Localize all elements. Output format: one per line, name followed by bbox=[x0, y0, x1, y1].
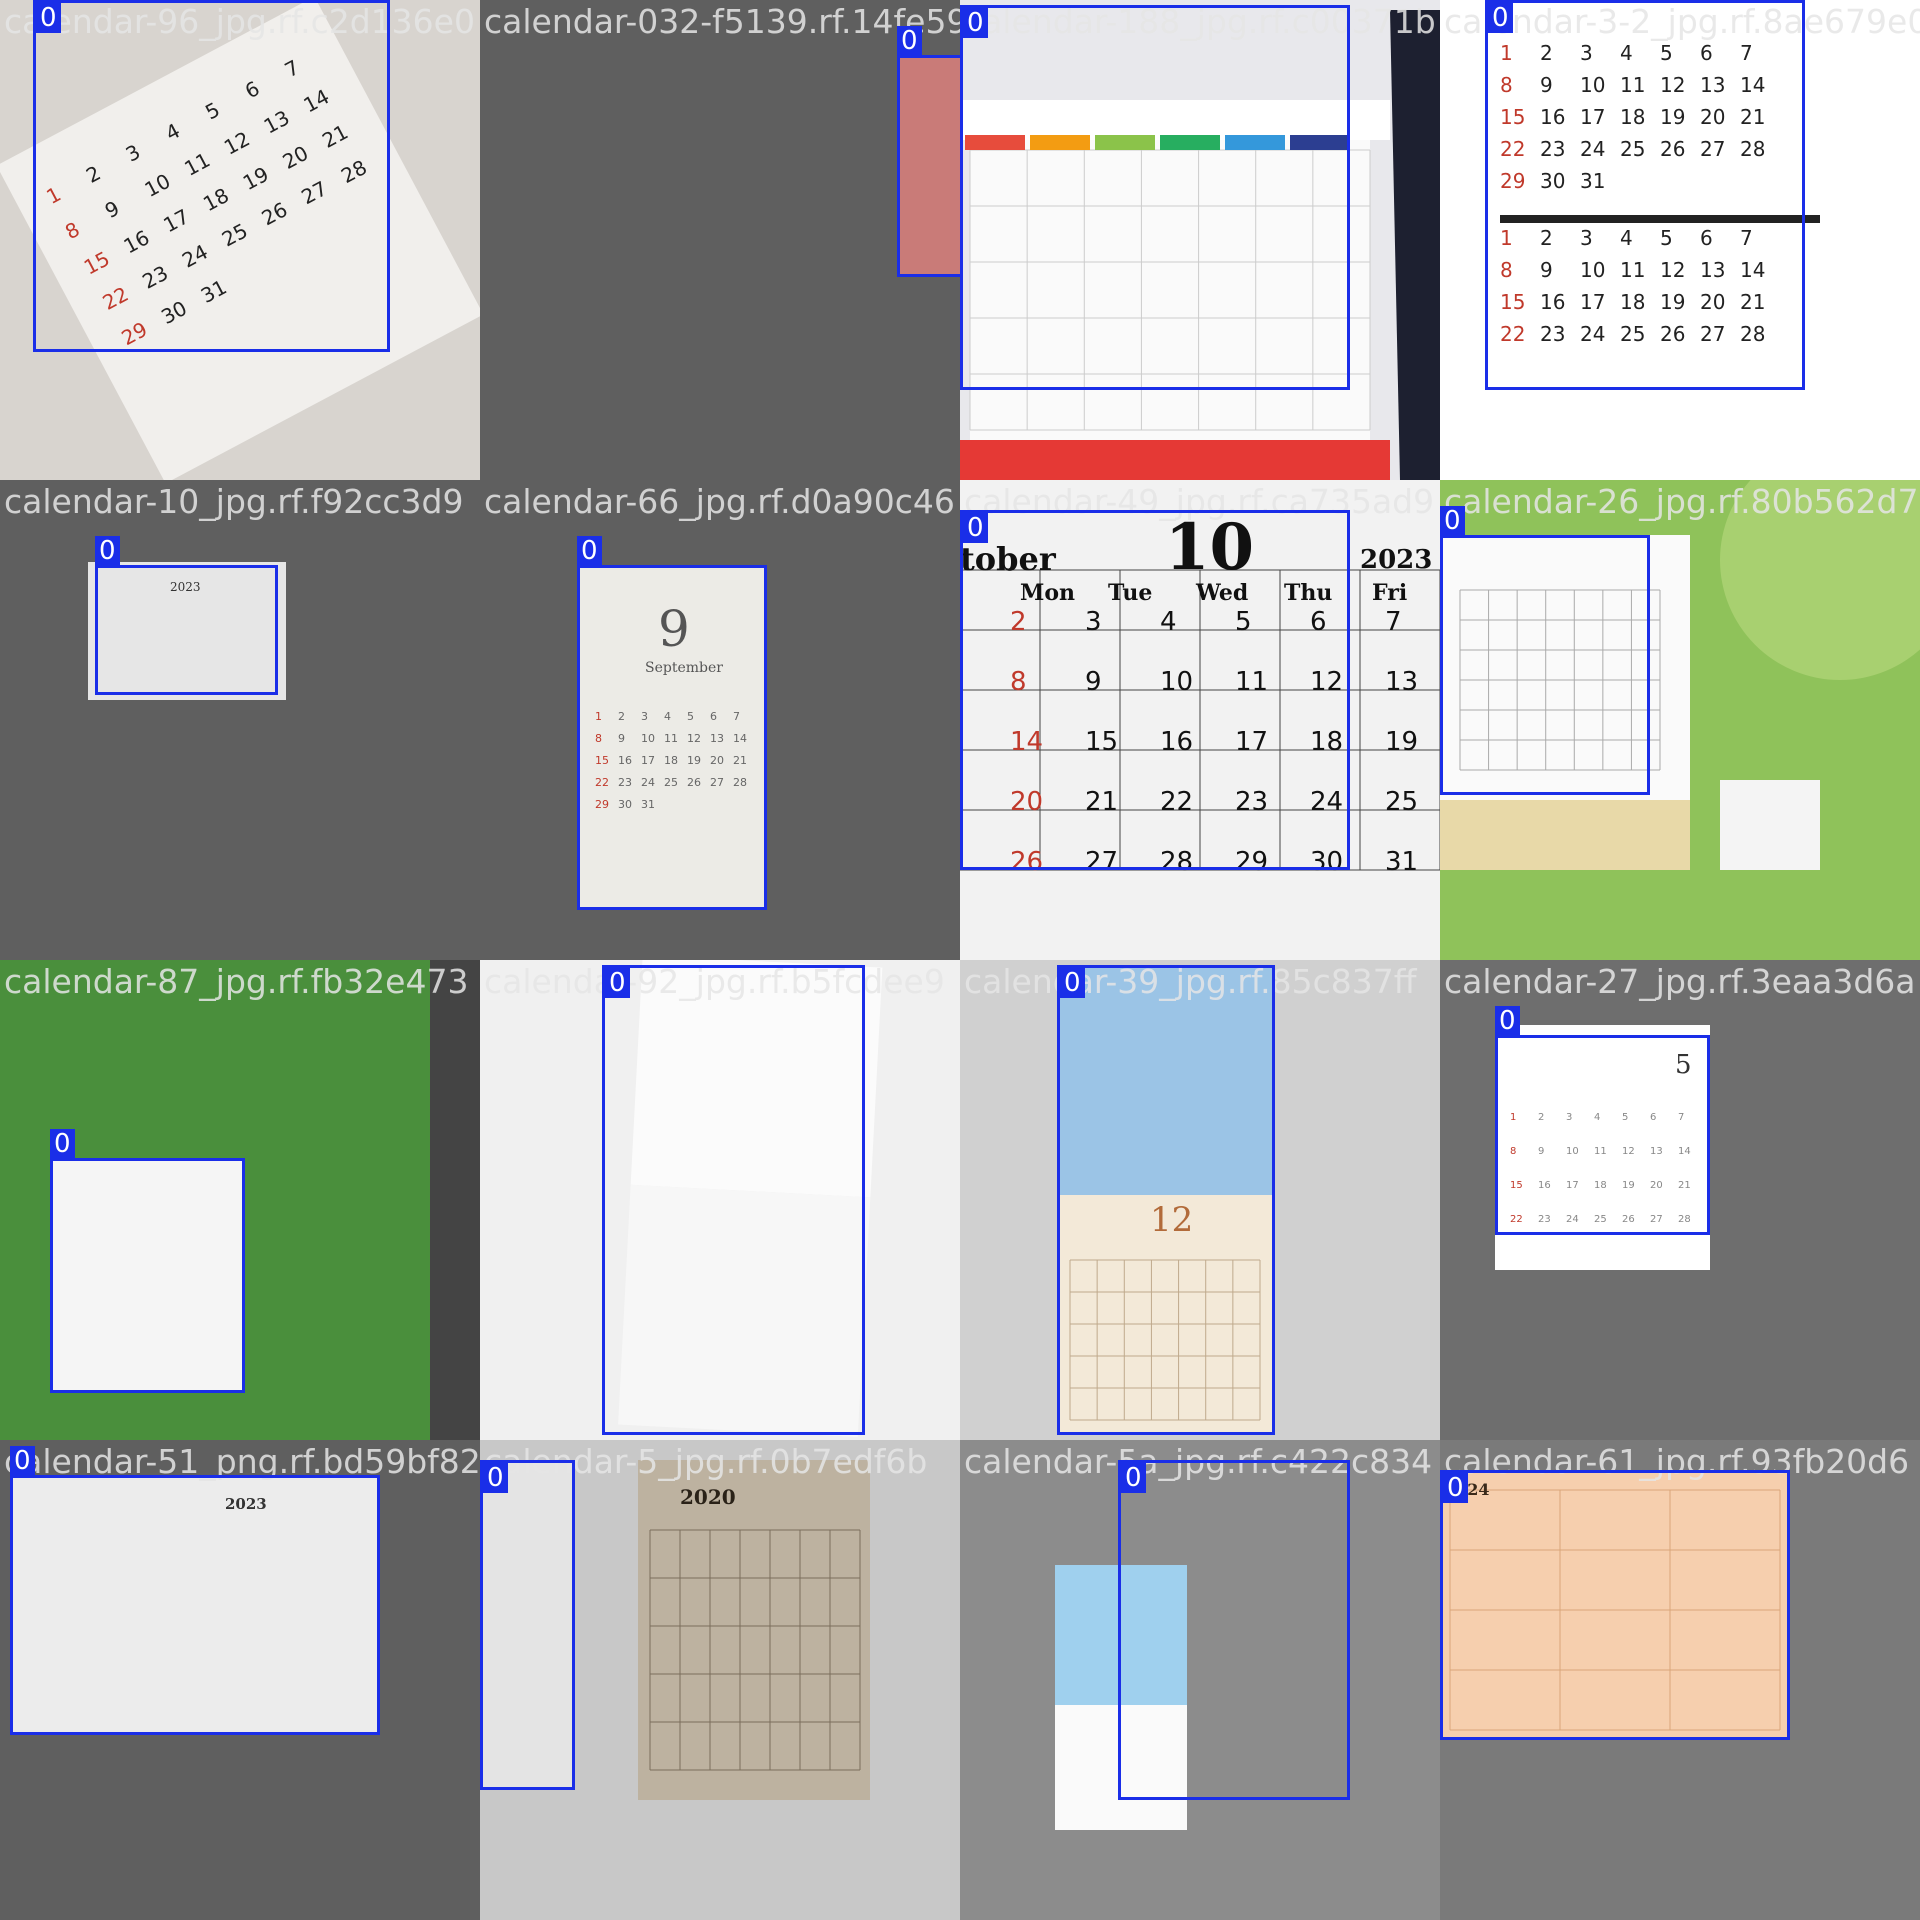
image-tile: calendar-87_jpg.rf.fb32e473 0 bbox=[0, 960, 480, 1440]
detection-box: 0 bbox=[1440, 506, 1650, 795]
image-tile: calendar-61_jpg.rf.93fb20d602024 bbox=[1440, 1440, 1920, 1920]
image-tile: calendar-5a_jpg.rf.c422c834 0 bbox=[960, 1440, 1440, 1920]
image-tile: calendar-51_png.rf.bd59bf82 0 2023 bbox=[0, 1440, 480, 1920]
image-tile: 2 3 4 5 6 7 8 9 10 11 12 13 14 15 16 17 18 19 20 21 22 23 24 25… bbox=[960, 480, 1440, 960]
calendar-photo bbox=[480, 0, 960, 480]
class-label-badge: 0 bbox=[577, 536, 602, 566]
class-label-badge: 0 bbox=[963, 513, 988, 543]
class-label-badge: 0 bbox=[1443, 1473, 1468, 1503]
class-label-badge: 0 bbox=[1121, 1463, 1146, 1493]
class-label-badge: 0 bbox=[963, 8, 988, 38]
svg-text:25: 25 bbox=[1385, 787, 1418, 817]
class-label-badge: 0 bbox=[95, 536, 120, 566]
image-tile: calendar-39_jpg.rf.85c837ff 0 12 bbox=[960, 960, 1440, 1440]
svg-text:31: 31 bbox=[1385, 847, 1418, 877]
class-label-badge: 0 bbox=[897, 26, 922, 56]
svg-text:13: 13 bbox=[1385, 667, 1418, 697]
class-label-badge: 0 bbox=[36, 3, 61, 33]
mosaic-grid: 1 2 3 4 5 6 7 8 9 10 11 12 13 14 15 16 17 18 19 20 21 22 23 24 2… bbox=[0, 0, 1920, 1920]
class-label-badge: 0 bbox=[10, 1446, 35, 1476]
image-tile: 1 2 3 4 5 6 7 8 9 10 11 12 13 14 15 16 17 18 19 20 21 22 23 24 2… bbox=[1440, 0, 1920, 480]
detection-box: 0 bbox=[960, 5, 1350, 390]
svg-text:19: 19 bbox=[1385, 727, 1418, 757]
year-label: 2023 bbox=[1360, 545, 1433, 575]
class-label-badge: 0 bbox=[605, 968, 630, 998]
class-label-badge: 0 bbox=[1495, 1006, 1520, 1036]
detection-box: 0 bbox=[1485, 0, 1805, 390]
class-label-badge: 0 bbox=[1488, 3, 1513, 33]
detection-box: 0 bbox=[95, 536, 278, 695]
detection-box: 0 bbox=[1495, 1006, 1710, 1235]
image-tile: calendar-5_jpg.rf.0b7edf6b 0 2020 bbox=[480, 1440, 960, 1920]
image-tile: calendar-188_jpg.rf.c00371b 0 bbox=[960, 0, 1440, 480]
svg-text:7: 7 bbox=[1385, 607, 1402, 637]
detection-box: 0 bbox=[33, 0, 390, 352]
detection-box: 0 bbox=[1440, 1470, 1790, 1740]
image-tile: 1 2 3 4 5 6 7 8 9 10 11 12 13 14 15 16 17 18 19 20 21 22 23 24 2… bbox=[1440, 960, 1920, 1440]
class-label-badge: 0 bbox=[483, 1463, 508, 1493]
detection-box: 0 bbox=[577, 536, 767, 910]
detection-box: 0 bbox=[897, 26, 960, 277]
detection-box: 0 bbox=[480, 1460, 575, 1790]
class-label-badge: 0 bbox=[1440, 506, 1465, 536]
detection-box: 0 bbox=[602, 965, 865, 1435]
weekday-label: Fri bbox=[1372, 580, 1408, 606]
image-tile: calendar-26_jpg.rf.80b562d7 0 bbox=[1440, 480, 1920, 960]
image-tile: 1 2 3 4 5 6 7 8 9 10 11 12 13 14 15 16 17 18 19 20 21 22 23 24 2… bbox=[480, 480, 960, 960]
image-tile: calendar-10_jpg.rf.f92cc3d9 0 2023 bbox=[0, 480, 480, 960]
class-label-badge: 0 bbox=[1060, 968, 1085, 998]
class-label-badge: 0 bbox=[50, 1129, 75, 1159]
detection-box: 0 bbox=[10, 1446, 380, 1735]
detection-box: 0 bbox=[1057, 965, 1275, 1435]
image-tile: calendar-92_jpg.rf.b5fcdee9 0 bbox=[480, 960, 960, 1440]
year-label: 2020 bbox=[680, 1485, 736, 1509]
calendar-photo bbox=[0, 480, 480, 960]
detection-box: 0 bbox=[960, 510, 1350, 870]
detection-box: 0 bbox=[1118, 1460, 1350, 1800]
image-tile: calendar-032-f5139.rf.14fe5970 0 bbox=[480, 0, 960, 480]
detection-box: 0 bbox=[50, 1129, 245, 1393]
image-tile: 1 2 3 4 5 6 7 8 9 10 11 12 13 14 15 16 17 18 19 20 21 22 23 24 2… bbox=[0, 0, 480, 480]
